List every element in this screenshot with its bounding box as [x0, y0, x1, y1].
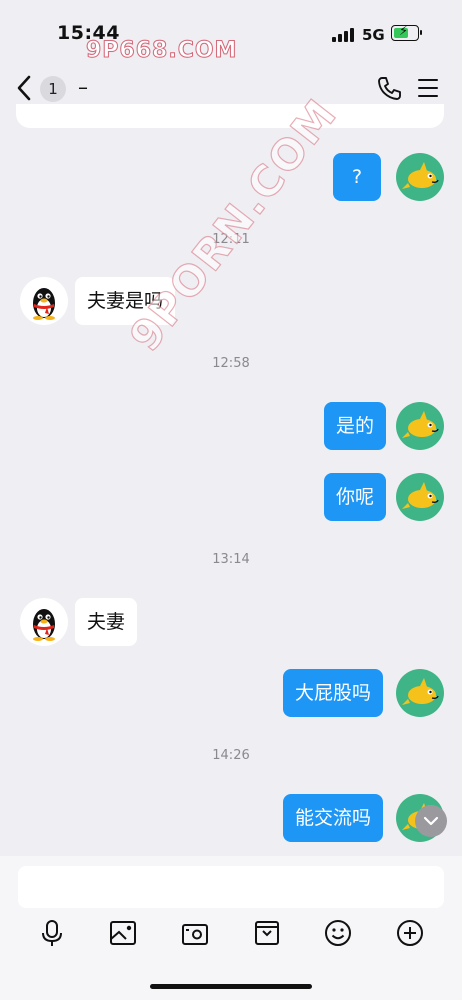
- message-bubble-out[interactable]: 你呢: [324, 473, 387, 521]
- battery-icon: ⚡: [391, 24, 419, 41]
- timestamp: 14:26: [212, 748, 250, 763]
- battery-cap: [420, 30, 422, 35]
- dolphin-avatar-icon: [402, 162, 439, 189]
- message-bubble-in[interactable]: 夫妻: [75, 598, 138, 646]
- my-avatar[interactable]: [396, 473, 444, 521]
- home-indicator: [150, 984, 312, 989]
- message-bubble-out[interactable]: 能交流吗: [283, 794, 384, 842]
- message-input[interactable]: [18, 866, 444, 908]
- microphone-icon[interactable]: [37, 918, 67, 948]
- input-area: [0, 856, 462, 1000]
- penguin-avatar-icon: [33, 609, 55, 641]
- dolphin-avatar-icon: [402, 411, 439, 438]
- watermark-top: 9P668.COM: [85, 38, 238, 64]
- menu-icon[interactable]: [418, 78, 440, 98]
- penguin-avatar-icon: [33, 288, 55, 320]
- timestamp: 12:58: [212, 356, 250, 371]
- chat-title: –: [78, 75, 88, 99]
- signal-icon: [332, 28, 356, 42]
- message-bubble-out[interactable]: 大屁股吗: [283, 669, 384, 717]
- my-avatar[interactable]: [396, 669, 444, 717]
- chevron-down-icon: [423, 816, 439, 826]
- contact-avatar[interactable]: [20, 598, 68, 646]
- timestamp: 13:14: [212, 552, 250, 567]
- message-bubble-out[interactable]: ?: [333, 153, 381, 201]
- my-avatar[interactable]: [396, 402, 444, 450]
- dolphin-avatar-icon: [402, 482, 439, 509]
- contact-avatar[interactable]: [20, 277, 68, 325]
- image-icon[interactable]: [108, 918, 138, 948]
- scroll-to-bottom-button[interactable]: [415, 805, 447, 837]
- my-avatar[interactable]: [396, 153, 444, 201]
- file-icon[interactable]: [252, 918, 282, 948]
- camera-icon[interactable]: [180, 918, 210, 948]
- message-bubble-out[interactable]: 是的: [324, 402, 387, 450]
- plus-icon[interactable]: [395, 918, 425, 948]
- phone-icon[interactable]: [376, 75, 402, 101]
- dolphin-avatar-icon: [402, 678, 439, 705]
- previous-message-card: [16, 104, 444, 128]
- status-bar: 15:44 9P668.COM 5G ⚡: [0, 0, 462, 64]
- network-type: 5G: [362, 26, 385, 44]
- emoji-icon[interactable]: [323, 918, 353, 948]
- unread-count-badge[interactable]: 1: [40, 76, 66, 102]
- back-icon[interactable]: [14, 74, 36, 102]
- watermark-overlay: 9PORN.COM: [119, 89, 347, 361]
